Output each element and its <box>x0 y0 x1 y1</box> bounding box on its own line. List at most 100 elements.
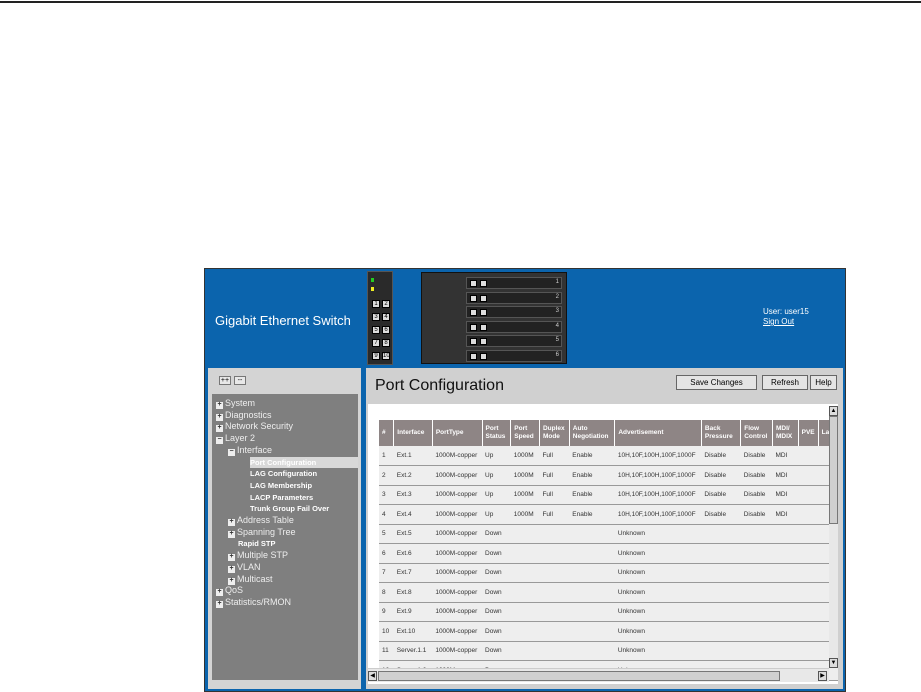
expand-icon[interactable]: + <box>216 413 223 421</box>
refresh-button[interactable]: Refresh <box>762 375 808 390</box>
collapse-icon[interactable]: − <box>228 448 235 456</box>
table-cell: Enable <box>569 504 615 525</box>
expand-icon[interactable]: + <box>216 588 223 597</box>
column-header[interactable]: Port Status <box>482 420 512 446</box>
table-cell <box>701 582 741 603</box>
table-cell: Unknown <box>614 602 702 622</box>
column-header[interactable]: # <box>379 420 395 446</box>
column-header[interactable]: Auto Negotiation <box>569 420 616 446</box>
table-cell: Down <box>482 641 511 661</box>
column-header[interactable]: Interface <box>393 420 433 446</box>
expand-icon[interactable]: + <box>228 577 235 585</box>
table-cell: Full <box>539 485 570 505</box>
table-cell: MDI <box>772 446 799 466</box>
table-row[interactable]: 1 Ext.1 1000M-copper Up 1000M Full Enable 10H,1… <box>379 446 838 466</box>
expand-icon[interactable]: + <box>216 424 223 433</box>
nav-item-label: Address Table <box>237 515 294 525</box>
nav-item-qos[interactable]: + QoS <box>216 585 243 597</box>
table-cell <box>798 465 819 486</box>
column-header[interactable]: PortType <box>432 420 483 446</box>
scroll-left-icon[interactable]: ◀ <box>368 671 377 681</box>
table-cell <box>569 524 615 544</box>
table-cell <box>798 602 819 622</box>
nav-item-interface[interactable]: − Interface <box>228 445 272 456</box>
table-cell <box>701 524 741 544</box>
table-cell <box>798 563 819 583</box>
table-cell: 1000M-copper <box>432 543 483 564</box>
app-title: Gigabit Ethernet Switch <box>215 313 351 328</box>
horizontal-scroll-thumb[interactable] <box>378 671 780 681</box>
column-header[interactable]: Flow Control <box>740 420 773 446</box>
table-row[interactable]: 5 Ext.5 1000M-copper Down Unknown <box>379 524 838 544</box>
horizontal-scrollbar[interactable]: ◀ ▶ <box>368 668 829 682</box>
table-cell <box>772 621 799 642</box>
table-cell: 1000M-copper <box>432 446 483 466</box>
table-row[interactable]: 10 Ext.10 1000M-copper Down Unknown <box>379 621 838 642</box>
nav-item-diagnostics[interactable]: + Diagnostics <box>216 410 272 421</box>
table-row[interactable]: 9 Ext.9 1000M-copper Down Unknown <box>379 602 838 622</box>
expand-icon[interactable]: + <box>216 600 223 608</box>
table-cell: 1 <box>379 446 394 466</box>
nav-item-label: Trunk Group Fail Over <box>250 504 330 514</box>
save-changes-button[interactable]: Save Changes <box>676 375 757 390</box>
table-cell <box>701 563 741 583</box>
module-port-6: 6 <box>382 326 390 334</box>
table-cell: 3 <box>379 485 394 505</box>
column-header[interactable]: PVE <box>798 420 819 446</box>
help-button[interactable]: Help <box>810 375 837 390</box>
column-header[interactable]: MDI/ MDIX <box>772 420 799 446</box>
table-row[interactable]: 4 Ext.4 1000M-copper Up 1000M Full Enable 10H,1… <box>379 504 838 525</box>
scroll-right-icon[interactable]: ▶ <box>818 671 827 681</box>
sign-out-link[interactable]: Sign Out <box>763 317 794 326</box>
nav-item-vlan[interactable]: + VLAN <box>228 562 261 573</box>
nav-item-layer-2[interactable]: − Layer 2 <box>216 433 255 445</box>
nav-item-lag-membership[interactable]: LAG Membership <box>250 480 312 491</box>
table-container: # Interface PortType Port Status Port Speed D… <box>368 404 838 684</box>
nav-item-lacp-parameters[interactable]: LACP Parameters <box>250 492 313 503</box>
nav-item-trunk-group-fail-over[interactable]: Trunk Group Fail Over <box>250 503 329 514</box>
table-row[interactable]: 8 Ext.8 1000M-copper Down Unknown <box>379 582 838 603</box>
expand-icon[interactable]: + <box>228 518 235 526</box>
nav-item-spanning-tree[interactable]: + Spanning Tree <box>228 527 296 538</box>
table-row[interactable]: 7 Ext.7 1000M-copper Down Unknown <box>379 563 838 583</box>
table-cell <box>510 524 540 544</box>
table-row[interactable]: 6 Ext.6 1000M-copper Down Unknown <box>379 543 838 564</box>
column-header[interactable]: Back Pressure <box>701 420 742 446</box>
table-cell: Ext.7 <box>393 563 433 583</box>
nav-item-system[interactable]: + System <box>216 398 255 409</box>
expand-icon[interactable]: + <box>228 530 235 538</box>
nav-item-statistics-rmon[interactable]: + Statistics/RMON <box>216 597 291 608</box>
column-header[interactable]: Port Speed <box>510 420 540 446</box>
table-cell: 10H,10F,100H,100F,1000F <box>614 485 702 505</box>
nav-item-port-configuration[interactable]: Port Configuration <box>250 456 358 468</box>
expand-icon[interactable]: + <box>228 565 235 573</box>
table-row[interactable]: 2 Ext.2 1000M-copper Up 1000M Full Enable 10H,1… <box>379 465 838 486</box>
scroll-up-icon[interactable]: ▲ <box>829 406 838 416</box>
nav-item-lag-configuration[interactable]: LAG Configuration <box>250 468 317 479</box>
vertical-scrollbar[interactable]: ▲ ▼ <box>829 406 838 668</box>
expand-icon[interactable]: + <box>228 553 235 562</box>
expand-icon[interactable]: + <box>216 401 223 409</box>
nav-item-rapid-stp[interactable]: Rapid STP <box>238 538 276 549</box>
table-cell <box>772 543 799 564</box>
module-port-1: 1 <box>372 300 380 308</box>
expand-all-button[interactable]: ++ <box>219 376 231 385</box>
nav-item-label: VLAN <box>237 561 261 572</box>
scroll-down-icon[interactable]: ▼ <box>829 658 838 668</box>
collapse-icon[interactable]: − <box>216 436 223 445</box>
table-cell: Ext.2 <box>393 465 433 486</box>
table-row[interactable]: 11 Server.1.1 1000M-copper Down Unknown <box>379 641 838 661</box>
nav-item-multiple-stp[interactable]: + Multiple STP <box>228 550 288 562</box>
column-header[interactable]: Duplex Mode <box>539 420 570 446</box>
collapse-all-button[interactable]: -- <box>234 376 246 385</box>
table-cell: Unknown <box>614 524 702 544</box>
vertical-scroll-thumb[interactable] <box>829 416 838 524</box>
blade-slot-1: 1 <box>466 277 562 289</box>
nav-item-address-table[interactable]: + Address Table <box>228 515 294 526</box>
nav-item-multicast[interactable]: + Multicast <box>228 574 273 585</box>
table-cell <box>510 582 540 603</box>
column-header[interactable]: Advertisement <box>614 420 702 446</box>
module-port-3: 3 <box>372 313 380 321</box>
table-row[interactable]: 3 Ext.3 1000M-copper Up 1000M Full Enable 10H,1… <box>379 485 838 505</box>
nav-item-network-security[interactable]: + Network Security <box>216 421 293 433</box>
